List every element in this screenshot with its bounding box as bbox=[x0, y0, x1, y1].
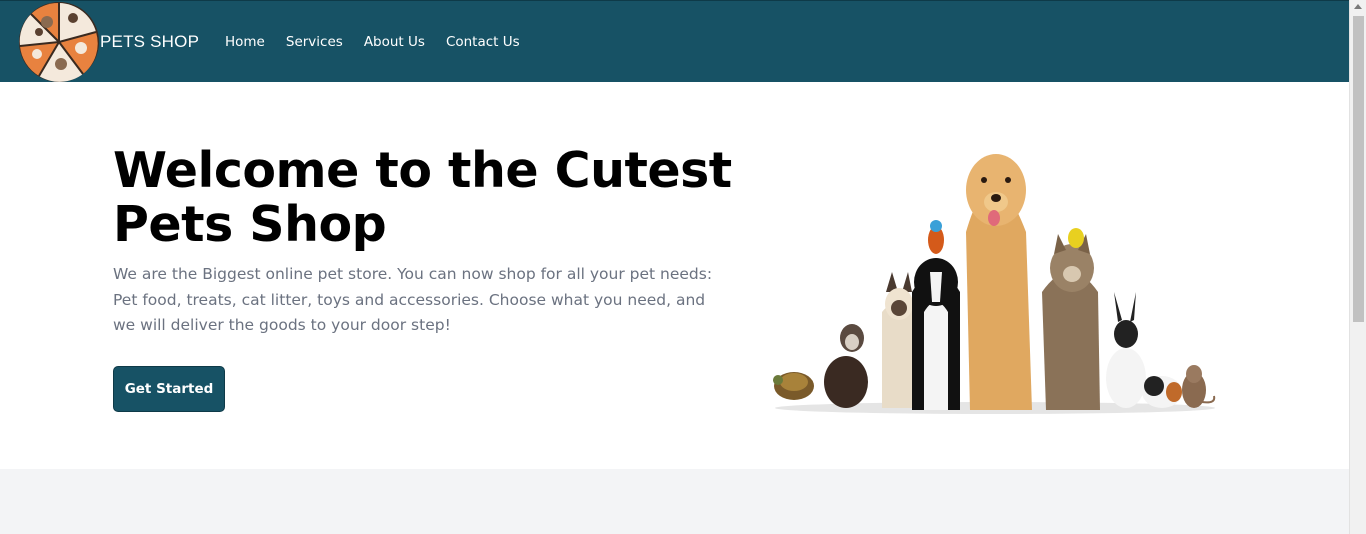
nav-link-services[interactable]: Services bbox=[286, 34, 343, 50]
nav-link-contact-us[interactable]: Contact Us bbox=[446, 34, 520, 50]
nav-link-about-us[interactable]: About Us bbox=[364, 34, 425, 50]
hero-title: Welcome to the Cutest Pets Shop bbox=[113, 142, 732, 253]
pets-group-image bbox=[773, 154, 1216, 414]
nav-links: Home Services About Us Contact Us bbox=[225, 34, 541, 50]
vertical-scrollbar[interactable] bbox=[1349, 0, 1366, 534]
scroll-up-arrow-icon[interactable] bbox=[1354, 4, 1362, 9]
get-started-button[interactable]: Get Started bbox=[113, 366, 225, 412]
pets-shop-logo[interactable] bbox=[17, 2, 101, 82]
nav-link-home[interactable]: Home bbox=[225, 34, 265, 50]
scrollbar-thumb[interactable] bbox=[1353, 16, 1364, 322]
hero-description: We are the Biggest online pet store. You… bbox=[113, 265, 713, 334]
navbar: PETS SHOP Home Services About Us Contact… bbox=[0, 0, 1349, 82]
brand-name[interactable]: PETS SHOP bbox=[100, 32, 199, 52]
page: PETS SHOP Home Services About Us Contact… bbox=[0, 0, 1366, 534]
hero-section: Welcome to the Cutest Pets Shop We are t… bbox=[0, 82, 1349, 469]
